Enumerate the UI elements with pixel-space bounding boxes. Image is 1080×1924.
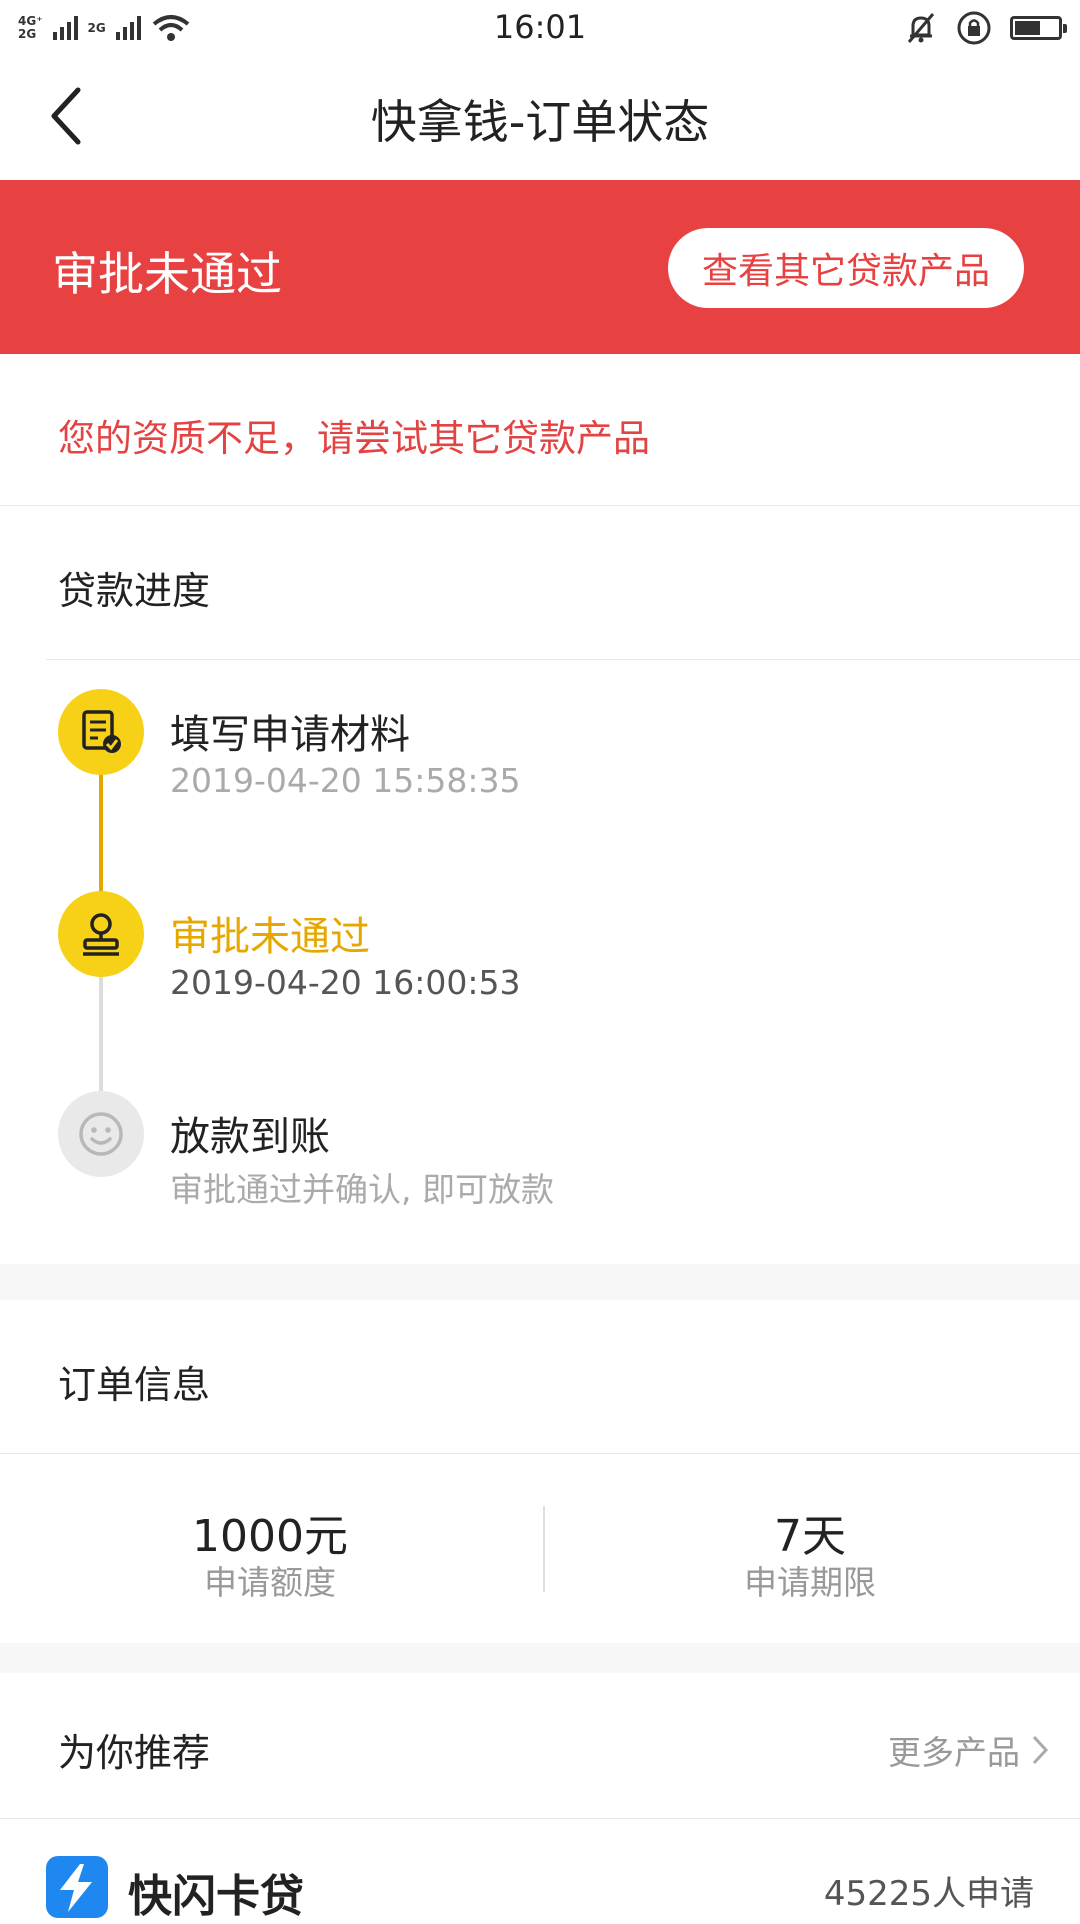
step-time-approval: 2019-04-20 16:00:53	[170, 963, 521, 1002]
step-title-disbursement: 放款到账	[170, 1114, 330, 1160]
product-logo-icon	[46, 1856, 108, 1918]
view-other-loans-button[interactable]: 查看其它贷款产品	[668, 228, 1024, 308]
status-text: 审批未通过	[52, 247, 282, 301]
chevron-right-icon	[1032, 1735, 1049, 1765]
product-name: 快闪卡贷	[128, 1871, 304, 1922]
status-banner: 审批未通过 查看其它贷款产品	[0, 180, 1080, 354]
divider	[0, 1453, 1080, 1454]
nav-bar: 快拿钱-订单状态	[0, 56, 1080, 180]
timeline-connector-pending	[99, 976, 103, 1091]
back-button[interactable]	[36, 84, 100, 148]
page-title: 快拿钱-订单状态	[370, 95, 710, 149]
recommend-section-title: 为你推荐	[58, 1731, 211, 1775]
loan-term-label: 申请期限	[744, 1563, 876, 1602]
loan-amount-value: 1000元	[192, 1511, 348, 1562]
more-products-label: 更多产品	[888, 1733, 1020, 1772]
divider	[46, 659, 1080, 660]
product-applicant-count: 45225人申请	[823, 1874, 1034, 1914]
form-check-icon	[58, 689, 144, 775]
status-right-icons	[904, 10, 1067, 46]
back-arrow-icon	[51, 87, 81, 145]
divider	[0, 1818, 1080, 1819]
order-section-title: 订单信息	[58, 1363, 211, 1407]
rejection-reason: 您的资质不足，请尝试其它贷款产品	[58, 417, 650, 460]
step-title-approval: 审批未通过	[170, 914, 370, 960]
section-spacer	[0, 1643, 1080, 1673]
smiley-icon	[58, 1091, 144, 1177]
timeline-connector-done	[99, 774, 103, 892]
step-time-fill-application: 2019-04-20 15:58:35	[170, 761, 521, 800]
loan-term-value: 7天	[774, 1511, 846, 1562]
rotation-lock-icon	[957, 11, 991, 45]
battery-icon	[1010, 16, 1067, 40]
step-desc-disbursement: 审批通过并确认, 即可放款	[170, 1170, 554, 1209]
loan-amount-label: 申请额度	[204, 1563, 336, 1602]
progress-section-title: 贷款进度	[58, 569, 211, 613]
mute-bell-icon	[907, 13, 935, 43]
status-bar: 4G⁺ 2G 2G 16:01	[0, 0, 1080, 56]
divider	[0, 505, 1080, 506]
more-products-link[interactable]: 更多产品	[888, 1726, 1050, 1774]
step-title-fill-application: 填写申请材料	[170, 712, 410, 758]
recommended-product-row[interactable]: 快闪卡贷 45225人申请	[0, 1830, 1080, 1922]
stamp-icon	[58, 891, 144, 977]
section-spacer	[0, 1264, 1080, 1300]
battery-level	[1015, 21, 1040, 35]
